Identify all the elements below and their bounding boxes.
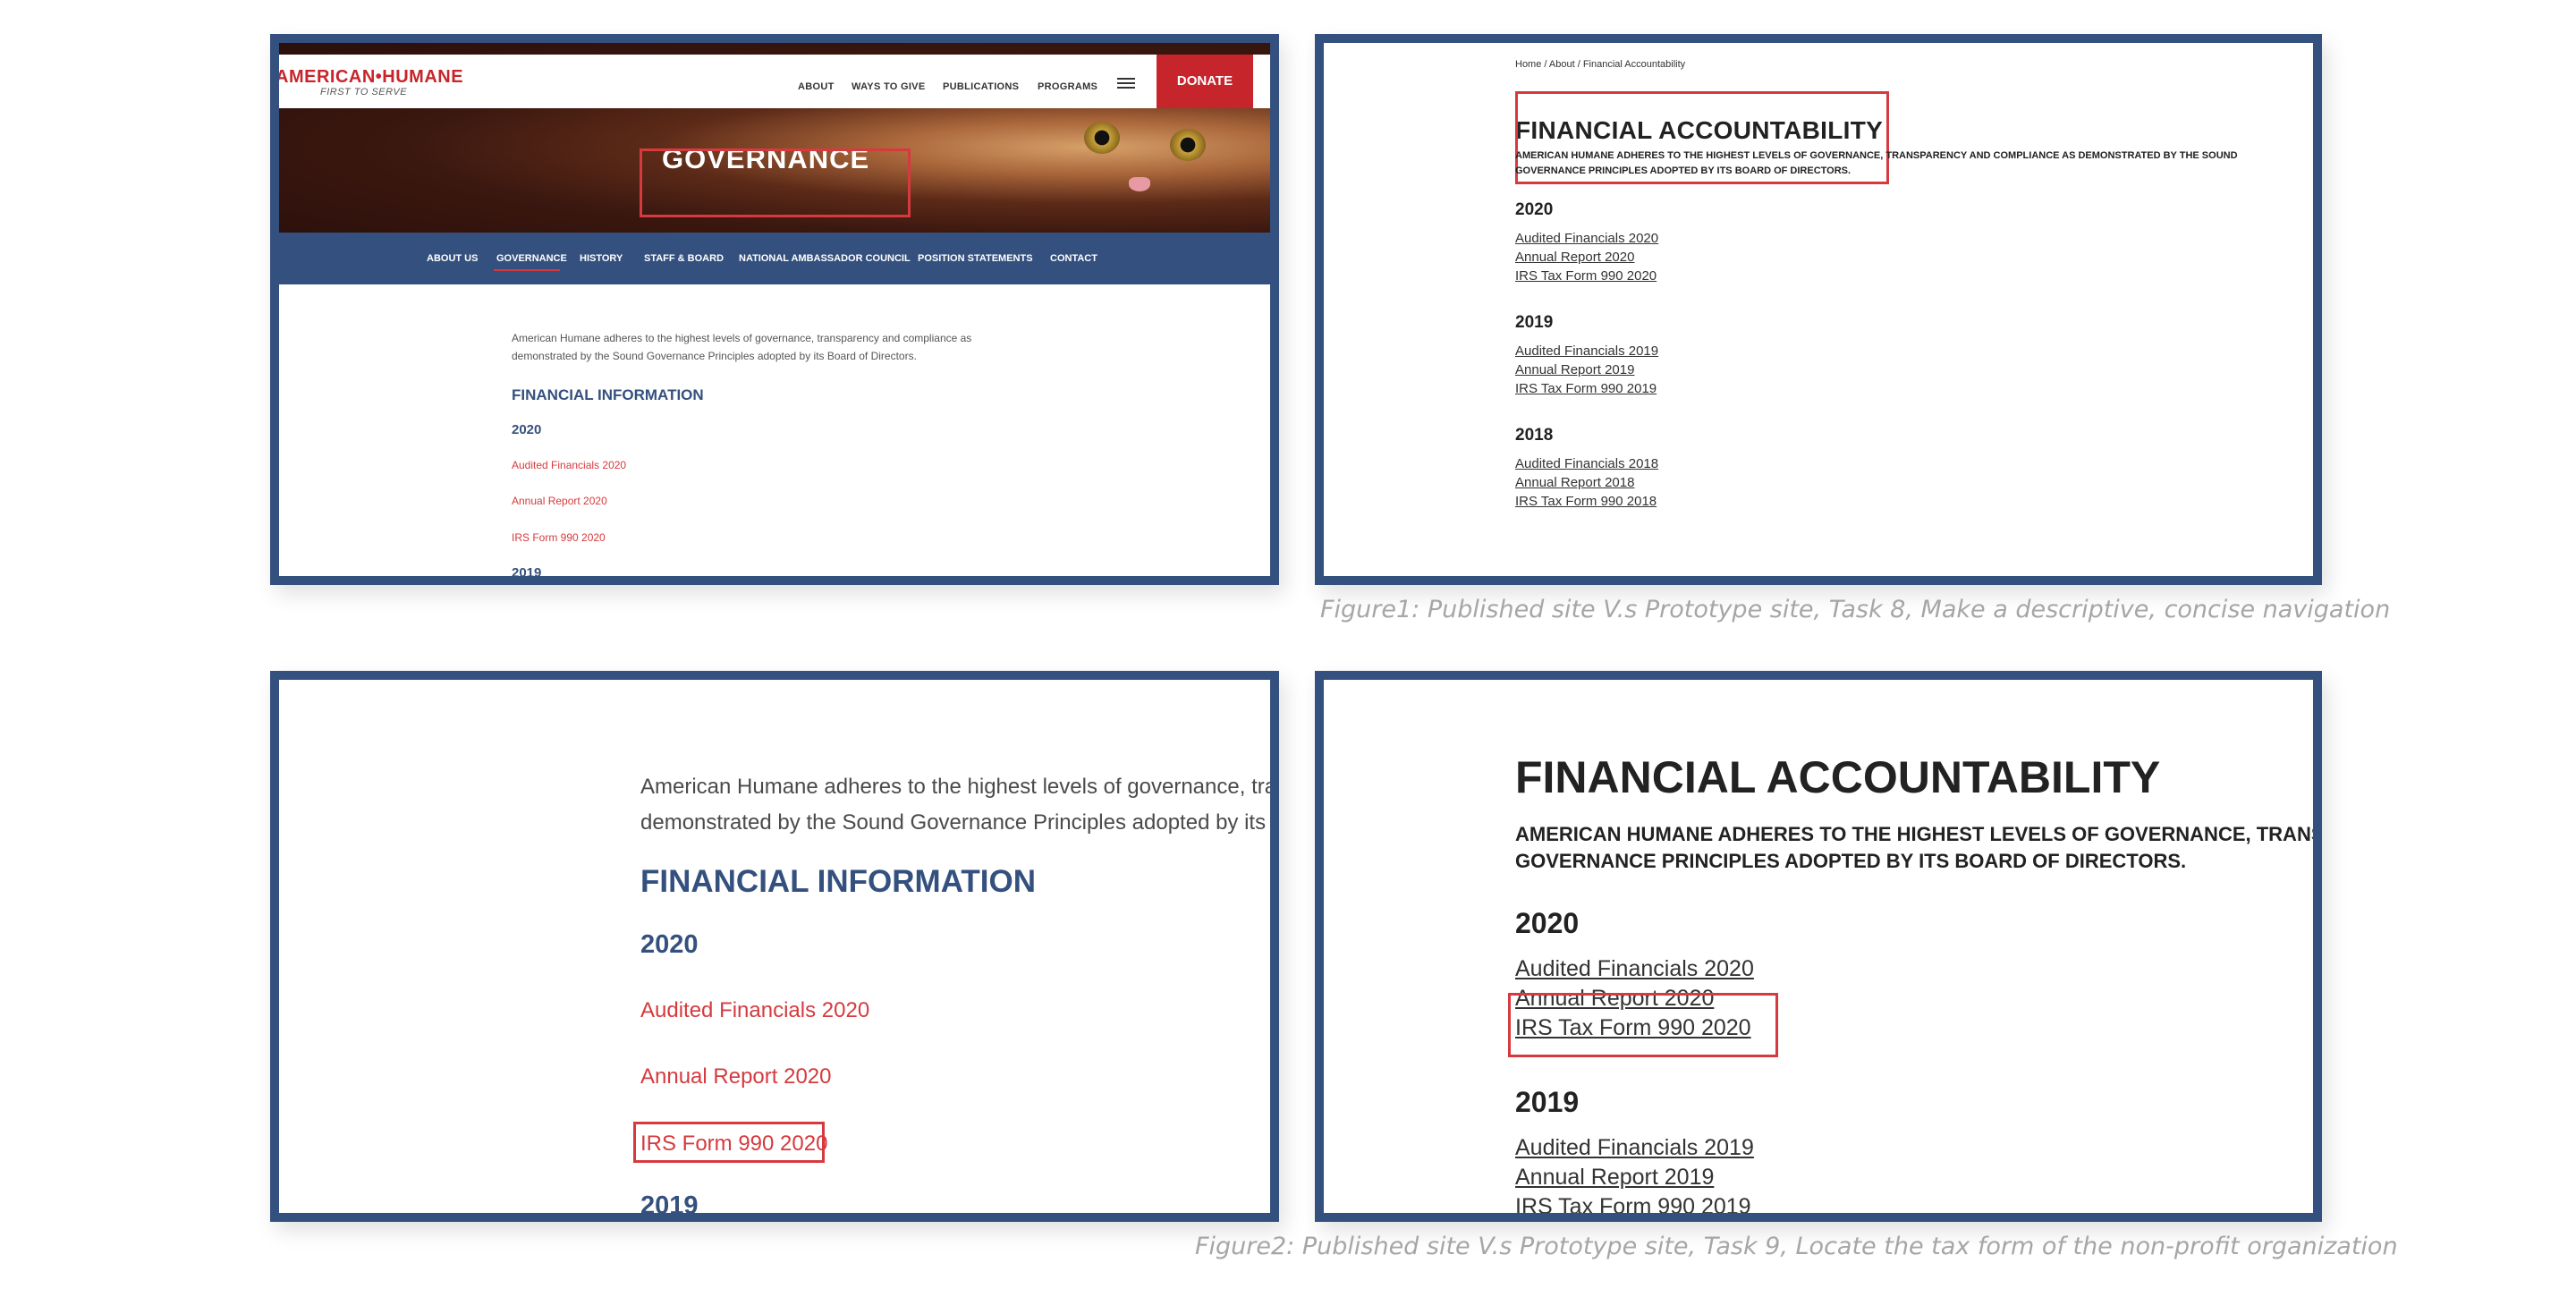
link-audited-financials-2020[interactable]: Audited Financials 2020: [512, 459, 626, 471]
top-navigation-bar: AMERICAN•HUMANE FIRST TO SERVE ABOUT WAY…: [279, 55, 1270, 108]
logo-tagline: FIRST TO SERVE: [320, 87, 408, 97]
donate-button[interactable]: DONATE: [1157, 55, 1253, 108]
intro-line-1: American Humane adheres to the highest l…: [512, 332, 972, 344]
financial-information-heading: FINANCIAL INFORMATION: [640, 864, 1036, 899]
link-annual-report-2020[interactable]: Annual Report 2020: [1515, 250, 1634, 265]
subnav-staff-board[interactable]: STAFF & BOARD: [644, 253, 724, 264]
highlight-box: [633, 1122, 825, 1163]
subnav-governance[interactable]: GOVERNANCE: [496, 253, 567, 264]
figure-1-caption: Figure1: Published site V.s Prototype si…: [1320, 596, 2391, 623]
year-heading-2020: 2020: [1515, 200, 1554, 219]
link-audited-financials-2019[interactable]: Audited Financials 2019: [1515, 1135, 1754, 1161]
intro-line-2: demonstrated by the Sound Governance Pri…: [640, 810, 1270, 835]
link-annual-report-2019[interactable]: Annual Report 2019: [1515, 1165, 1714, 1191]
sub-navigation-bar: ABOUT US GOVERNANCE HISTORY STAFF & BOAR…: [279, 233, 1270, 284]
subnav-about-us[interactable]: ABOUT US: [427, 253, 478, 264]
subnav-contact[interactable]: CONTACT: [1050, 253, 1097, 264]
nav-ways-to-give[interactable]: WAYS TO GIVE: [852, 81, 925, 92]
prototype-site-screenshot: Home / About / Financial Accountability …: [1315, 34, 2322, 585]
figure-2-caption: Figure2: Published site V.s Prototype si…: [1195, 1233, 2398, 1260]
published-site-zoomed-screenshot: American Humane adheres to the highest l…: [270, 671, 1279, 1222]
year-heading-2020: 2020: [640, 930, 699, 959]
link-audited-financials-2018[interactable]: Audited Financials 2018: [1515, 456, 1658, 471]
hamburger-menu-icon[interactable]: [1117, 78, 1135, 89]
year-heading-2020: 2020: [1515, 907, 1580, 939]
page-title: FINANCIAL ACCOUNTABILITY: [1515, 752, 2161, 802]
link-audited-financials-2020[interactable]: Audited Financials 2020: [1515, 231, 1658, 246]
year-heading-2018: 2018: [1515, 426, 1554, 445]
nav-programs[interactable]: PROGRAMS: [1038, 81, 1097, 92]
link-irs-form-990-2020[interactable]: IRS Form 990 2020: [512, 531, 606, 544]
link-annual-report-2020[interactable]: Annual Report 2020: [640, 1064, 832, 1089]
nav-about[interactable]: ABOUT: [798, 81, 835, 92]
link-audited-financials-2020[interactable]: Audited Financials 2020: [1515, 956, 1754, 982]
link-annual-report-2018[interactable]: Annual Report 2018: [1515, 475, 1634, 490]
published-site-screenshot: AMERICAN•HUMANE FIRST TO SERVE ABOUT WAY…: [270, 34, 1279, 585]
description-line-2: GOVERNANCE PRINCIPLES ADOPTED BY ITS BOA…: [1515, 850, 2187, 872]
link-annual-report-2020[interactable]: Annual Report 2020: [512, 495, 607, 507]
nav-publications[interactable]: PUBLICATIONS: [943, 81, 1019, 92]
link-irs-tax-form-990-2019[interactable]: IRS Tax Form 990 2019: [1515, 1194, 1751, 1213]
description-line-1: AMERICAN HUMANE ADHERES TO THE HIGHEST L…: [1515, 823, 2313, 845]
year-heading-2019: 2019: [1515, 313, 1554, 332]
link-audited-financials-2020[interactable]: Audited Financials 2020: [640, 998, 869, 1023]
prototype-site-zoomed-screenshot: FINANCIAL ACCOUNTABILITY AMERICAN HUMANE…: [1315, 671, 2322, 1222]
description-line-2: GOVERNANCE PRINCIPLES ADOPTED BY ITS BOA…: [1515, 165, 1852, 176]
american-humane-logo[interactable]: AMERICAN•HUMANE: [279, 67, 463, 88]
subnav-position-statements[interactable]: POSITION STATEMENTS: [918, 253, 1033, 264]
link-irs-tax-form-990-2018[interactable]: IRS Tax Form 990 2018: [1515, 494, 1657, 509]
subnav-history[interactable]: HISTORY: [580, 253, 623, 264]
year-heading-2019: 2019: [512, 565, 542, 581]
intro-line-2: demonstrated by the Sound Governance Pri…: [512, 350, 917, 362]
highlight-box: [1508, 993, 1778, 1057]
intro-line-1: American Humane adheres to the highest l…: [640, 775, 1277, 799]
link-audited-financials-2019[interactable]: Audited Financials 2019: [1515, 343, 1658, 359]
highlight-box: [640, 148, 911, 217]
link-irs-tax-form-990-2019[interactable]: IRS Tax Form 990 2019: [1515, 381, 1657, 396]
breadcrumb[interactable]: Home / About / Financial Accountability: [1515, 59, 1685, 70]
year-heading-2019: 2019: [1515, 1086, 1580, 1118]
financial-information-heading: FINANCIAL INFORMATION: [512, 386, 704, 403]
cat-eye: [1170, 129, 1206, 161]
cat-nose: [1129, 177, 1150, 191]
link-irs-tax-form-990-2020[interactable]: IRS Tax Form 990 2020: [1515, 268, 1657, 284]
link-annual-report-2019[interactable]: Annual Report 2019: [1515, 362, 1634, 377]
year-heading-2019: 2019: [640, 1191, 699, 1220]
subnav-national-ambassador-council[interactable]: NATIONAL AMBASSADOR COUNCIL: [739, 253, 911, 264]
year-heading-2020: 2020: [512, 422, 542, 437]
cat-eye: [1084, 122, 1120, 154]
description-line-1: AMERICAN HUMANE ADHERES TO THE HIGHEST L…: [1515, 150, 2238, 161]
active-tab-underline: [494, 269, 560, 271]
